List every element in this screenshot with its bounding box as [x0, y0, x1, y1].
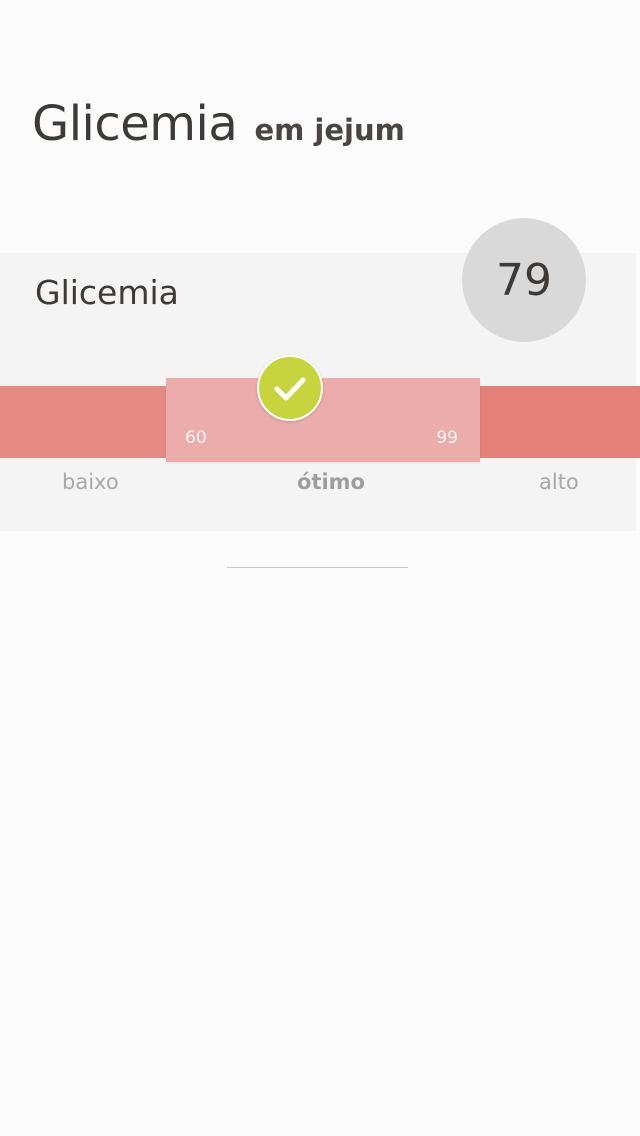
range-bar-low-segment: [0, 386, 166, 458]
divider: [227, 567, 408, 568]
range-min-value: 60: [185, 428, 207, 448]
range-max-value: 99: [436, 428, 458, 448]
optimal-range-box: 60 99: [166, 378, 480, 462]
status-badge: [257, 355, 323, 421]
metric-label: Glicemia: [35, 273, 179, 312]
page-title-main: Glicemia: [32, 96, 238, 152]
page-title: Glicemia em jejum: [32, 96, 405, 152]
metric-value: 79: [496, 254, 552, 306]
zone-label-high: alto: [539, 470, 579, 494]
value-circle: 79: [462, 218, 586, 342]
checkmark-icon: [274, 377, 306, 401]
zone-label-low: baixo: [62, 470, 119, 494]
zone-label-optimal: ótimo: [297, 470, 365, 494]
page-title-subtitle: em jejum: [254, 113, 405, 147]
